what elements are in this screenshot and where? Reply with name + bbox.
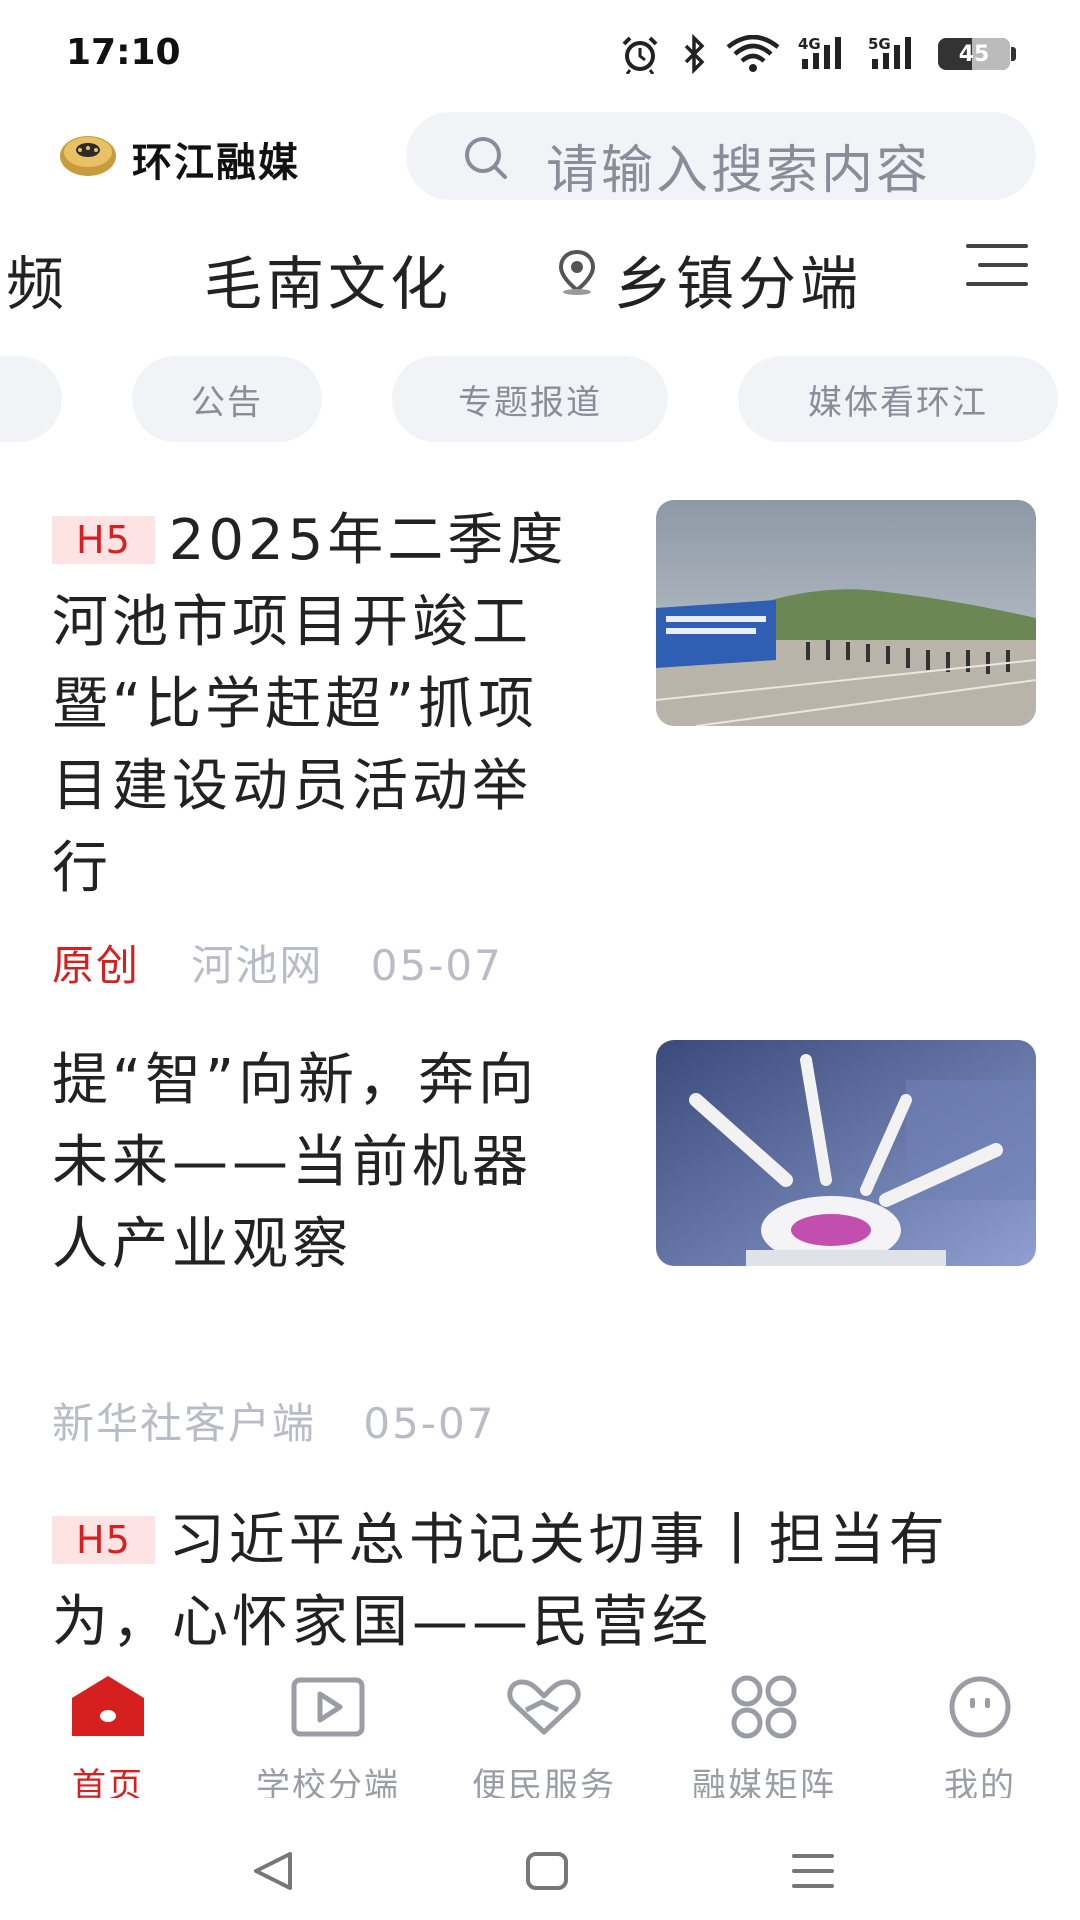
- profile-face-icon: [940, 1676, 1020, 1744]
- news-thumbnail-robot[interactable]: [656, 1040, 1036, 1266]
- news-title-text: 2025年二季度河池市项目开竣工暨“比学赶超”抓项目建设动员活动举行: [52, 508, 568, 901]
- news-date: 05-07: [370, 941, 503, 990]
- news-meta: 原创 河池网 05-07: [52, 932, 503, 993]
- search-bar[interactable]: 请输入搜索内容: [406, 112, 1036, 201]
- nav-label: 便民服务: [472, 1766, 616, 1798]
- news-item[interactable]: 提“智”向新，奔向未来——当前机器人产业观察 新华社客户端 05-07: [0, 1040, 1080, 1460]
- signal-5g-icon: 5G: [868, 35, 920, 73]
- app-name: 环江融媒: [132, 140, 300, 186]
- tab-video[interactable]: 视频: [0, 237, 68, 321]
- heart-hand-icon: [504, 1679, 584, 1744]
- home-icon: [68, 1676, 148, 1744]
- original-label: 原创: [52, 941, 141, 990]
- h5-badge: H5: [52, 1516, 155, 1564]
- nav-label: 融媒矩阵: [692, 1766, 836, 1798]
- nav-media-matrix[interactable]: 融媒矩阵: [664, 1674, 864, 1798]
- app-header: 环江融媒 请输入搜索内容: [0, 110, 1080, 210]
- news-title-text: 提“智”向新，奔向未来——当前机器人产业观察: [52, 1048, 539, 1277]
- news-item[interactable]: H5 习近平总书记关切事丨担当有为，心怀家国——民营经: [0, 1500, 1080, 1660]
- signal-4g-icon: 4G: [798, 35, 850, 73]
- status-time: 17:10: [66, 32, 181, 73]
- news-thumbnail-ceremony[interactable]: [656, 500, 1036, 726]
- channel-menu-icon[interactable]: [964, 240, 1030, 294]
- tag-media-view[interactable]: 媒体看环江: [738, 356, 1058, 442]
- battery-icon: 45: [938, 38, 1016, 70]
- search-icon: [462, 134, 510, 186]
- news-item[interactable]: H5 2025年二季度河池市项目开竣工暨“比学赶超”抓项目建设动员活动举行 原创 …: [0, 500, 1080, 1000]
- nav-label: 学校分端: [256, 1766, 400, 1798]
- nav-services[interactable]: 便民服务: [444, 1674, 644, 1798]
- location-pin-icon: [556, 248, 598, 300]
- battery-level: 45: [958, 41, 990, 67]
- network-5g-label: 5G: [868, 35, 891, 53]
- news-title-text: 习近平总书记关切事丨担当有为，心怀家国——民营经: [52, 1508, 949, 1655]
- back-icon[interactable]: [250, 1850, 296, 1896]
- news-meta: 新华社客户端 05-07: [52, 1390, 495, 1451]
- tab-township[interactable]: 乡镇分端: [614, 237, 862, 321]
- bottom-navigation: 首页 学校分端 便民服务 融媒矩阵 我的: [0, 1660, 1080, 1800]
- system-navigation: [0, 1820, 1080, 1920]
- tag-special-report[interactable]: 专题报道: [392, 356, 668, 442]
- news-date: 05-07: [363, 1399, 496, 1448]
- sub-tags: 公告 专题报道 媒体看环江: [0, 356, 1080, 446]
- nav-school[interactable]: 学校分端: [228, 1674, 428, 1798]
- nav-label: 首页: [72, 1766, 144, 1798]
- search-placeholder: 请输入搜索内容: [546, 141, 932, 201]
- nav-label: 我的: [944, 1766, 1016, 1798]
- grid-icon: [724, 1675, 804, 1744]
- tab-maonan-culture[interactable]: 毛南文化: [204, 237, 452, 321]
- recents-icon[interactable]: [790, 1850, 836, 1896]
- news-source: 新华社客户端: [52, 1399, 317, 1448]
- bluetooth-icon: [680, 34, 708, 74]
- tag-partial[interactable]: [0, 356, 62, 442]
- h5-badge: H5: [52, 516, 155, 564]
- news-source: 河池网: [191, 941, 324, 990]
- status-bar: 17:10 4G 5G 45: [0, 0, 1080, 110]
- alarm-icon: [618, 34, 662, 74]
- news-title[interactable]: H5 习近平总书记关切事丨担当有为，心怀家国——民营经: [52, 1500, 1032, 1660]
- nav-profile[interactable]: 我的: [880, 1674, 1080, 1798]
- app-logo-icon[interactable]: [58, 130, 118, 180]
- news-title[interactable]: 提“智”向新，奔向未来——当前机器人产业观察: [52, 1040, 572, 1286]
- tag-notice[interactable]: 公告: [132, 356, 322, 442]
- wifi-icon: [726, 35, 780, 73]
- video-play-icon: [288, 1677, 368, 1744]
- channel-tabs: 视频 毛南文化 乡镇分端: [0, 215, 1080, 325]
- network-4g-label: 4G: [798, 35, 821, 53]
- status-icons: 4G 5G 45: [618, 34, 1016, 74]
- news-title[interactable]: H5 2025年二季度河池市项目开竣工暨“比学赶超”抓项目建设动员活动举行: [52, 500, 572, 910]
- nav-home[interactable]: 首页: [8, 1674, 208, 1798]
- home-button-icon[interactable]: [524, 1850, 570, 1896]
